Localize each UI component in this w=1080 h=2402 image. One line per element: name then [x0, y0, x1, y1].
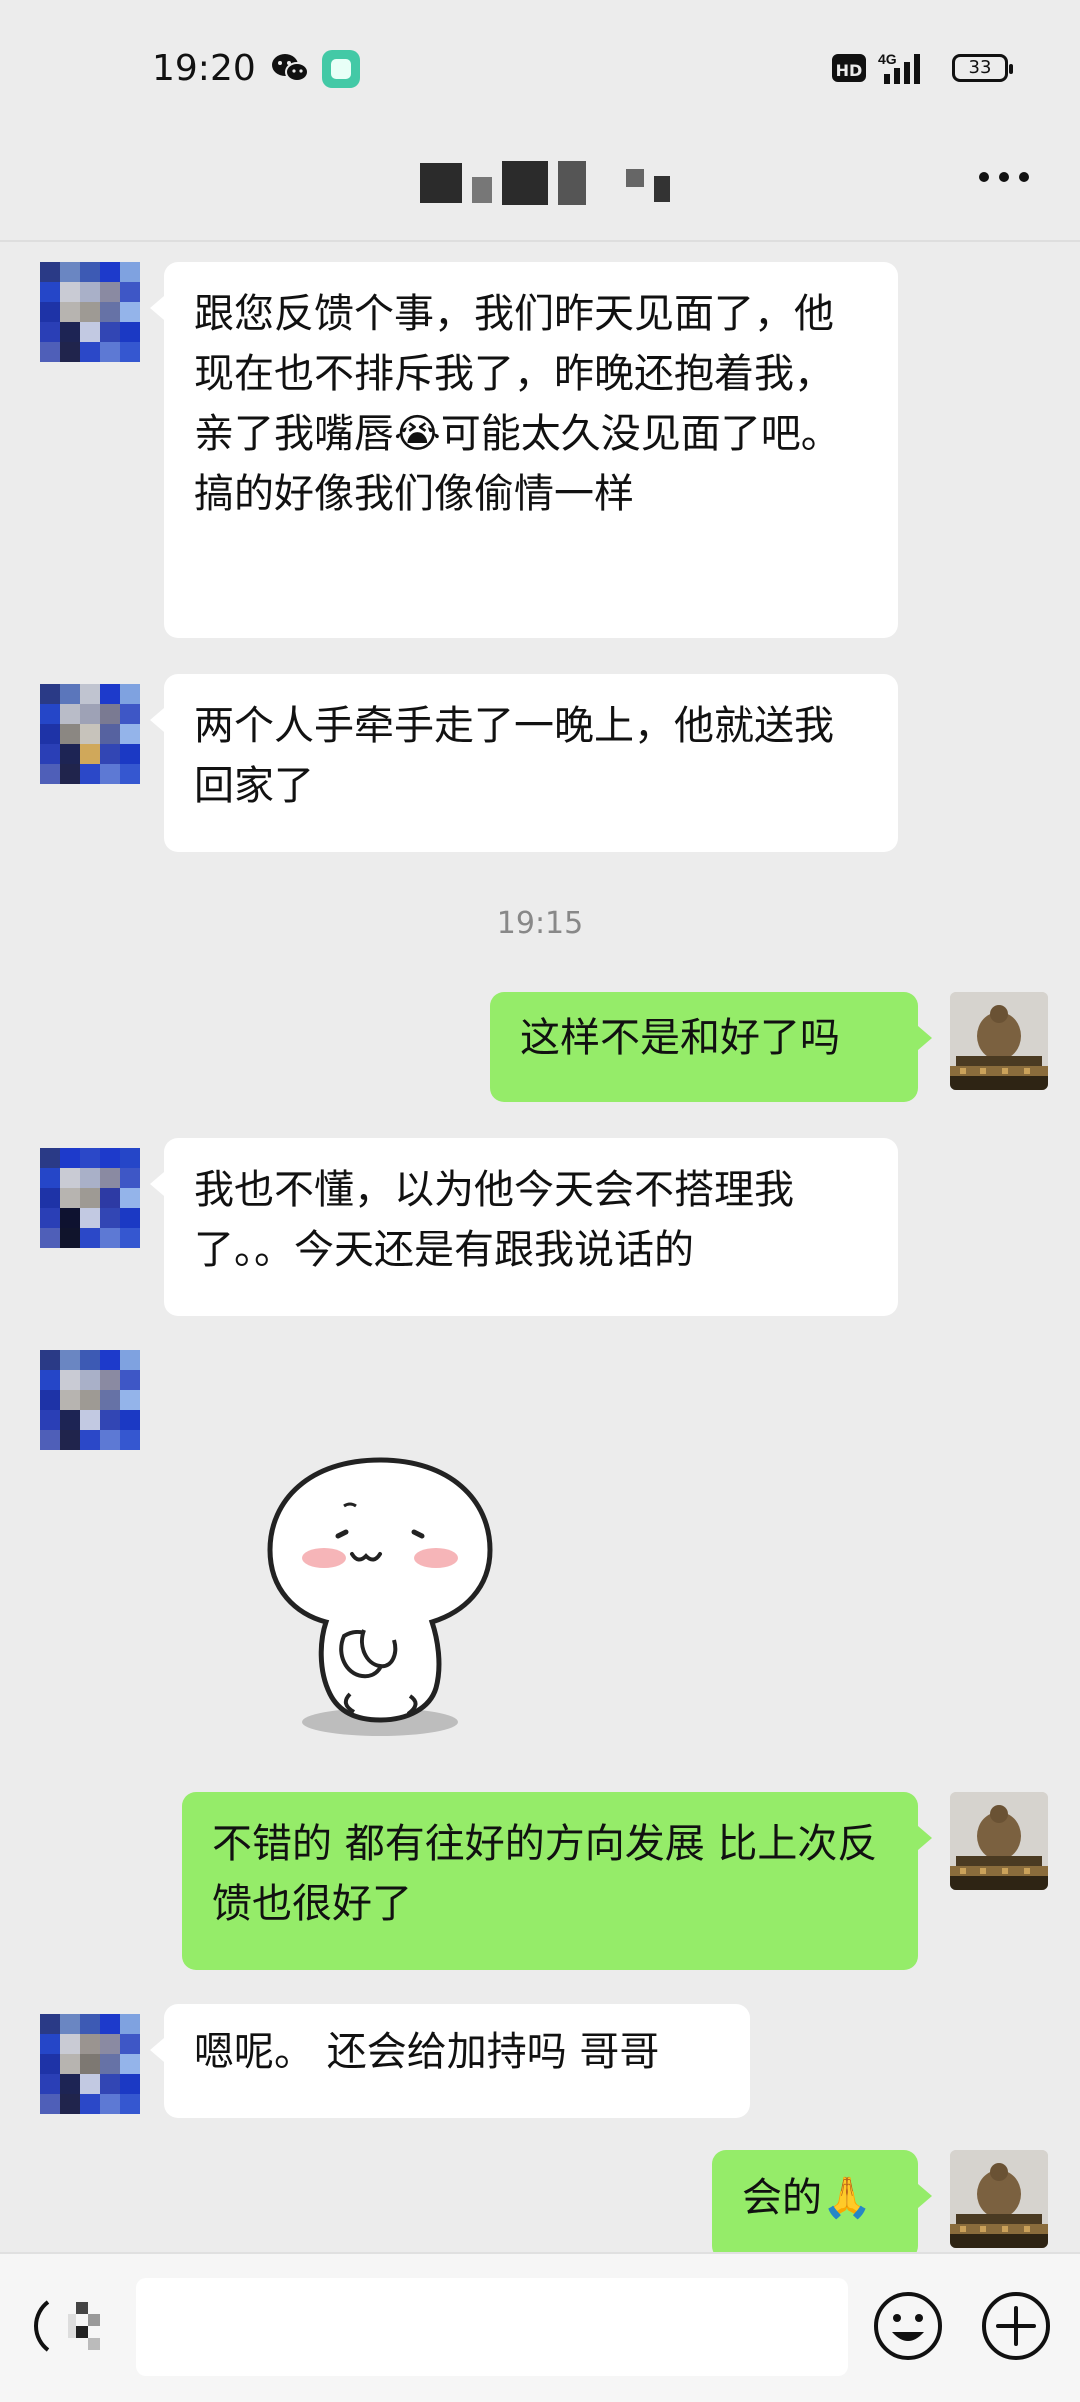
message-text: 我也不懂，以为他今天会不搭理我了。。今天还是有跟我说话的: [194, 1167, 794, 1273]
svg-text:4G: 4G: [878, 51, 897, 67]
emoji-icon[interactable]: [872, 2290, 944, 2362]
buddha-statue-image: [950, 2150, 1048, 2248]
self-avatar[interactable]: [950, 2150, 1048, 2248]
contact-avatar[interactable]: [40, 262, 140, 362]
status-time: 19:20: [152, 48, 256, 89]
message-bubble-outgoing[interactable]: 不错的 都有往好的方向发展 比上次反馈也很好了: [182, 1792, 932, 1970]
contact-avatar[interactable]: [40, 684, 140, 784]
message-text: 会的: [742, 2175, 822, 2221]
buddha-statue-image: [950, 1792, 1048, 1890]
cute-blob-sticker[interactable]: [240, 1440, 520, 1740]
message-text: 两个人手牵手走了一晚上，他就送我回家了: [194, 703, 834, 809]
more-icon[interactable]: [976, 170, 1032, 184]
message-bubble-incoming[interactable]: 嗯呢。 还会给加持吗 哥哥: [150, 2004, 750, 2118]
hd-icon: HD: [832, 54, 866, 82]
voice-icon[interactable]: [28, 2292, 118, 2360]
chat-title-redacted: [420, 160, 670, 206]
plus-icon[interactable]: [980, 2290, 1052, 2362]
message-text: 嗯呢。 还会给加持吗 哥哥: [194, 2029, 660, 2075]
app-icon: [322, 50, 360, 88]
message-bubble-incoming[interactable]: 跟您反馈个事，我们昨天见面了，他现在也不排斥我了，昨晚还抱着我，亲了我嘴唇😭可能…: [150, 262, 898, 638]
message-text: 不错的 都有往好的方向发展 比上次反馈也很好了: [212, 1821, 878, 1927]
status-bar: 19:20 HD 4G 33: [0, 0, 1080, 140]
battery-icon: 33: [952, 54, 1013, 82]
self-avatar[interactable]: [950, 1792, 1048, 1890]
message-input[interactable]: [136, 2278, 848, 2376]
contact-avatar[interactable]: [40, 1350, 140, 1450]
contact-avatar[interactable]: [40, 2014, 140, 2114]
message-bubble-outgoing[interactable]: 这样不是和好了吗: [490, 992, 932, 1102]
contact-avatar[interactable]: [40, 1148, 140, 1248]
self-avatar[interactable]: [950, 992, 1048, 1090]
message-bubble-incoming[interactable]: 我也不懂，以为他今天会不搭理我了。。今天还是有跟我说话的: [150, 1138, 898, 1316]
buddha-statue-image: [950, 992, 1048, 1090]
wechat-icon: [272, 54, 309, 82]
message-timestamp: 19:15: [496, 906, 584, 941]
message-bubble-outgoing[interactable]: 会的🙏: [712, 2150, 932, 2260]
signal-icon: 4G: [878, 51, 920, 84]
message-bubble-incoming[interactable]: 两个人手牵手走了一晚上，他就送我回家了: [150, 674, 898, 852]
message-text: 这样不是和好了吗: [520, 1015, 840, 1061]
praying-hands-emoji: 🙏: [822, 2175, 872, 2221]
header-divider: [0, 240, 1080, 242]
crying-laughing-emoji: 😭: [394, 411, 441, 457]
